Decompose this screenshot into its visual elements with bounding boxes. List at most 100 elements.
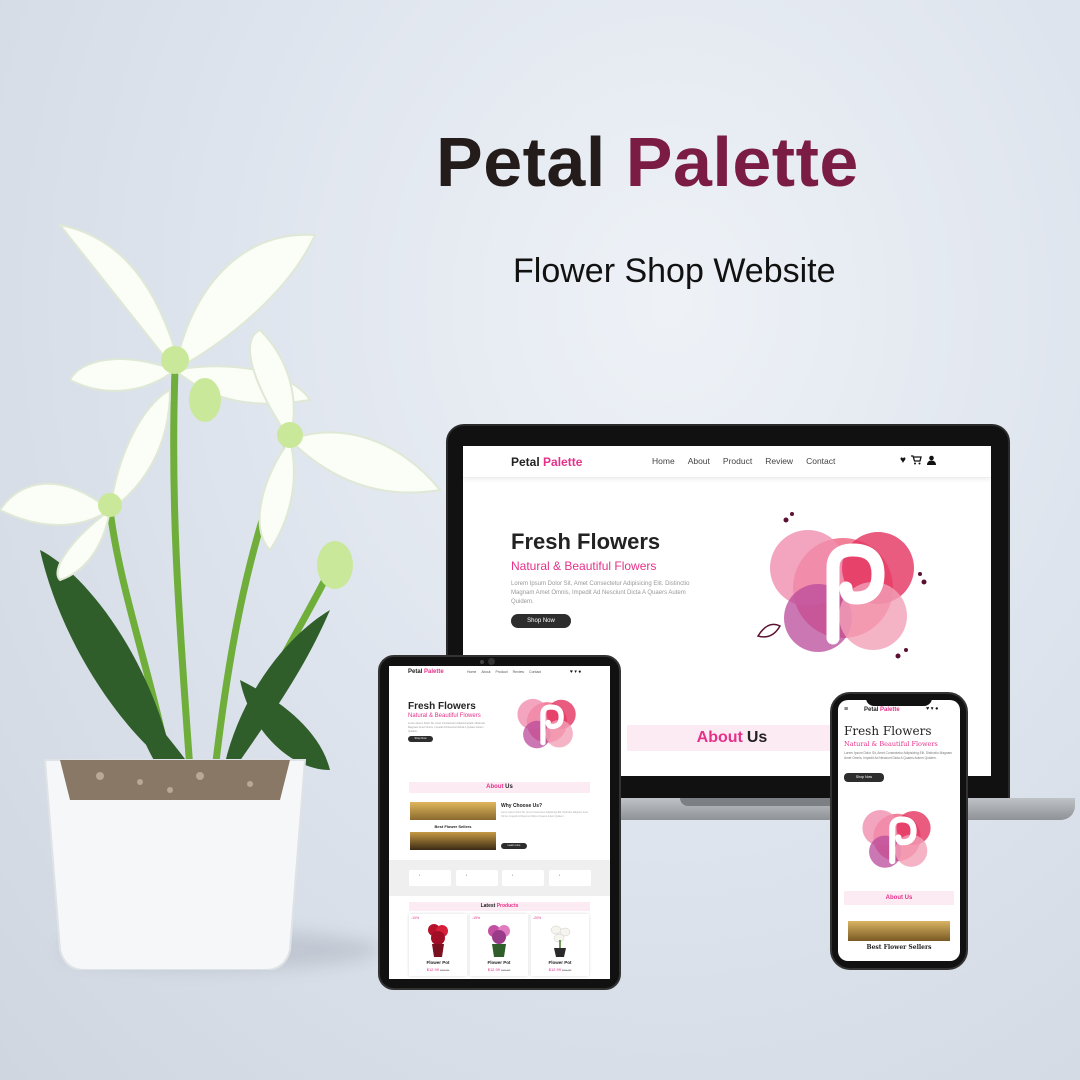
tablet-about-heading: About Us — [409, 782, 590, 793]
phone-logo-part1: Petal — [864, 707, 879, 713]
phone-notch — [866, 696, 932, 706]
product-image — [428, 924, 448, 957]
cart-icon[interactable]: ▾ — [574, 669, 577, 675]
tablet-feature-1: ▪ — [409, 870, 451, 886]
phone-best-sellers: Best Flower Sellers — [866, 944, 932, 951]
nav-about[interactable]: About — [688, 456, 710, 466]
product-price-old: $15.99 — [440, 968, 450, 972]
about-part2: Us — [746, 729, 768, 746]
tablet-feature-3: ▪ — [502, 870, 544, 886]
tablet-logo-part2: Palette — [424, 669, 444, 675]
tablet-logo-part1: Petal — [408, 669, 423, 675]
heart-icon[interactable]: ♥ — [570, 669, 573, 675]
headline-part1: Petal — [436, 123, 606, 201]
tablet-nav-links: Home About Product Review Contact — [467, 670, 541, 674]
product-image — [488, 925, 510, 957]
tablet-logo[interactable]: Petal Palette — [408, 669, 444, 675]
nav-product[interactable]: Product — [723, 456, 752, 466]
product-price: $12.99 $15.99 — [470, 967, 528, 972]
tablet-best-sellers: Best Flower Sellers — [410, 822, 496, 831]
site-logo[interactable]: Petal Palette — [511, 455, 582, 469]
tablet-about-part2: Us — [505, 784, 513, 790]
product-card[interactable]: -10% Flower Pot $12.99 $15.99 — [409, 914, 467, 976]
feature-icon: ▪ — [559, 873, 561, 877]
product-price: $12.99 $15.99 — [409, 967, 467, 972]
product-card[interactable]: -15% Flower Pot $12.99 $15.99 — [470, 914, 528, 976]
tablet-hero-title: Fresh Flowers — [408, 701, 476, 712]
feature-icon: ▪ — [419, 873, 421, 877]
phone-about-part2: Us — [904, 895, 913, 901]
tablet-nav-product[interactable]: Product — [496, 670, 508, 674]
phone-hero-body: Lorem Ipsum Dolor Sit, Amet Consectetur … — [844, 751, 953, 760]
nav-review[interactable]: Review — [765, 456, 793, 466]
tablet-shop-now-button[interactable]: Shop Now — [408, 736, 433, 742]
tablet-hero-flower-logo — [517, 698, 576, 749]
tablet-camera — [488, 658, 495, 665]
product-card[interactable]: -20% Flower Pot $12.99 $15.99 — [531, 914, 589, 976]
hero-title: Fresh Flowers — [511, 529, 661, 554]
phone-logo-part2: Palette — [880, 707, 900, 713]
product-name: Flower Pot — [487, 960, 511, 965]
hero-subtitle: Natural & Beautiful Flowers — [511, 559, 657, 573]
product-discount: -20% — [533, 916, 542, 920]
heart-icon[interactable]: ♥ — [926, 706, 929, 712]
logo-part1: Petal — [511, 455, 540, 469]
headline-part2: Palette — [625, 123, 859, 201]
nav-contact[interactable]: Contact — [806, 456, 835, 466]
tablet-field-image-2 — [410, 832, 496, 850]
feature-icon: ▪ — [512, 873, 514, 877]
latest-part2: Products — [496, 903, 519, 909]
cart-icon[interactable]: ▾ — [931, 706, 934, 712]
phone-screen: ≡ Petal Palette ♥ ▾ ● Fresh Flowers Natu… — [838, 700, 960, 961]
headline-title: Petal Palette — [0, 122, 1080, 202]
tablet-nav-icons: ♥ ▾ ● — [570, 669, 581, 675]
product-name: Flower Pot — [426, 960, 450, 965]
phone-logo[interactable]: Petal Palette — [864, 707, 900, 713]
feature-icon: ▪ — [466, 873, 468, 877]
shop-now-button[interactable]: Shop Now — [511, 614, 571, 628]
tablet-camera-dot — [480, 660, 484, 664]
product-price-old: $15.99 — [562, 968, 572, 972]
phone-hero-title: Fresh Flowers — [844, 724, 932, 738]
phone-about-heading: About Us — [844, 891, 954, 905]
hamburger-menu-icon[interactable]: ≡ — [844, 706, 848, 713]
tablet-nav-contact[interactable]: Contact — [529, 670, 541, 674]
product-price-current: $12.99 — [487, 967, 500, 972]
about-part1: About — [696, 729, 743, 746]
tablet-nav-about[interactable]: About — [481, 670, 490, 674]
tablet-learn-more-button[interactable]: Learn more — [501, 843, 527, 849]
hero-flower-logo — [756, 512, 927, 659]
user-icon[interactable] — [926, 455, 936, 465]
heart-icon[interactable]: ♥ — [900, 455, 906, 466]
tablet-nav-review[interactable]: Review — [513, 670, 524, 674]
cart-icon[interactable] — [910, 455, 922, 465]
phone-hero-flower-logo — [862, 810, 931, 868]
product-price-current: $12.99 — [426, 967, 439, 972]
phone-shop-now-button[interactable]: Shop Now — [844, 773, 884, 782]
nav-links: Home About Product Review Contact — [652, 456, 835, 466]
logo-part2: Palette — [543, 455, 583, 469]
phone-about-part1: About — [885, 895, 903, 901]
tablet-latest-heading: Latest Products — [409, 902, 590, 911]
product-discount: -15% — [472, 916, 481, 920]
site-navbar: Petal Palette Home About Product Review … — [463, 446, 991, 478]
user-icon[interactable]: ● — [935, 706, 938, 712]
phone-nav-icons: ♥ ▾ ● — [926, 706, 938, 712]
product-name: Flower Pot — [548, 960, 572, 965]
headline-tagline: Flower Shop Website — [513, 252, 836, 290]
product-image — [550, 925, 571, 957]
tablet-field-image — [410, 802, 496, 820]
tablet-feature-4: ▪ — [549, 870, 591, 886]
latest-part1: Latest — [480, 903, 496, 909]
product-price-current: $12.99 — [548, 967, 561, 972]
tablet-nav-home[interactable]: Home — [467, 670, 476, 674]
product-price-old: $15.99 — [501, 968, 511, 972]
nav-home[interactable]: Home — [652, 456, 675, 466]
tablet-feature-2: ▪ — [456, 870, 498, 886]
tablet-screen: Petal Palette Home About Product Review Cont… — [389, 666, 610, 979]
tablet-about-part1: About — [486, 784, 504, 790]
tablet-why-body: Lorem Ipsum Dolor Sit, Amet Consectetur … — [501, 811, 589, 818]
tablet-hero-subtitle: Natural & Beautiful Flowers — [408, 713, 481, 719]
tablet-hero-body: Lorem Ipsum Dolor Sit, Amet Consectetur … — [408, 722, 486, 733]
user-icon[interactable]: ● — [578, 669, 581, 675]
